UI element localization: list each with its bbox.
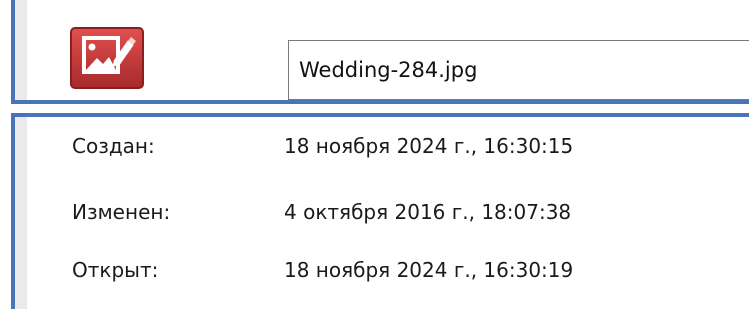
header-left-shade — [15, 0, 27, 100]
picture-file-icon — [70, 27, 144, 89]
created-value: 18 ноября 2024 г., 16:30:15 — [284, 134, 574, 158]
accessed-value: 18 ноября 2024 г., 16:30:19 — [284, 258, 574, 282]
details-top-border — [11, 113, 749, 117]
filename-field[interactable]: Wedding-284.jpg — [288, 40, 749, 100]
modified-row: Изменен: 4 октября 2016 г., 18:07:38 — [0, 197, 749, 227]
accessed-row: Открыт: 18 ноября 2024 г., 16:30:19 — [0, 255, 749, 285]
header-left-border — [11, 0, 15, 104]
created-label: Создан: — [72, 134, 155, 158]
accessed-label: Открыт: — [72, 258, 159, 282]
created-row: Создан: 18 ноября 2024 г., 16:30:15 — [0, 131, 749, 161]
header-bottom-border — [11, 100, 749, 104]
modified-label: Изменен: — [72, 200, 171, 224]
modified-value: 4 октября 2016 г., 18:07:38 — [284, 200, 572, 224]
